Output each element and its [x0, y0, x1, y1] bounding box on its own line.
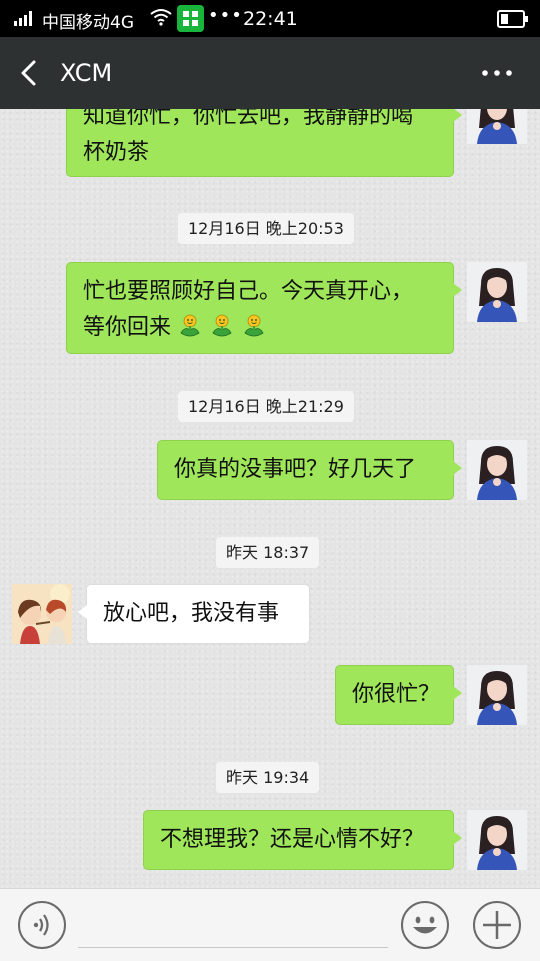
smiling-flower-icon: [177, 313, 203, 339]
message-text: 不想理我？还是心情不好？: [160, 827, 425, 852]
status-bar: 中国移动4G ••• 22:41: [0, 0, 540, 37]
timestamp: 昨天 18:37: [216, 537, 320, 568]
my-avatar[interactable]: [467, 109, 527, 144]
back-arrow-icon[interactable]: [14, 57, 46, 89]
my-avatar[interactable]: [467, 440, 527, 500]
message-bubble-sent[interactable]: 知道你忙，你忙去吧，我静静的喝 杯奶茶: [66, 109, 462, 177]
emoji-face-icon[interactable]: [400, 900, 450, 950]
message-text: 等你回来: [83, 315, 172, 340]
message-text: 知道你忙，你忙去吧，我静静的喝: [83, 109, 414, 129]
my-avatar[interactable]: [467, 665, 527, 725]
battery-icon: [497, 10, 528, 28]
my-avatar[interactable]: [467, 810, 527, 870]
message-bubble-sent[interactable]: 不想理我？还是心情不好？: [143, 810, 462, 870]
message-bubble-received[interactable]: 放心吧，我没有事: [78, 584, 310, 644]
input-bar: [0, 888, 540, 961]
message-text: 杯奶茶: [83, 140, 150, 165]
message-text: 放心吧，我没有事: [103, 601, 280, 626]
message-bubble-sent[interactable]: 忙也要照顾好自己。今天真开心， 等你回来: [66, 262, 462, 354]
message-input[interactable]: [78, 947, 388, 948]
notification-dots: •••: [208, 5, 243, 26]
smiling-flower-icon: [241, 313, 267, 339]
message-list[interactable]: 知道你忙，你忙去吧，我静静的喝 杯奶茶 12月16日 晚上20:53 忙也要照顾…: [0, 109, 540, 888]
my-avatar[interactable]: [467, 262, 527, 322]
message-bubble-sent[interactable]: 你真的没事吧？好几天了: [157, 440, 462, 500]
app-notification-icon: [177, 5, 204, 32]
more-icon[interactable]: [480, 63, 514, 83]
voice-icon[interactable]: [17, 900, 67, 950]
chat-title: XCM: [60, 59, 113, 87]
timestamp: 12月16日 晚上20:53: [178, 213, 354, 244]
clock: 22:41: [243, 8, 298, 30]
plus-icon[interactable]: [472, 900, 522, 950]
timestamp: 12月16日 晚上21:29: [178, 391, 354, 422]
contact-avatar[interactable]: [12, 584, 72, 644]
message-text: 忙也要照顾好自己。今天真开心，: [83, 279, 414, 304]
wifi-icon: [150, 9, 172, 26]
carrier-label: 中国移动4G: [42, 13, 134, 33]
smiling-flower-icon: [209, 313, 235, 339]
signal-icon: [14, 11, 32, 26]
message-text: 你真的没事吧？好几天了: [174, 457, 417, 482]
timestamp: 昨天 19:34: [216, 762, 320, 793]
message-bubble-sent[interactable]: 你很忙？: [335, 665, 462, 725]
chat-header: XCM: [0, 37, 540, 109]
message-text: 你很忙？: [352, 682, 441, 707]
